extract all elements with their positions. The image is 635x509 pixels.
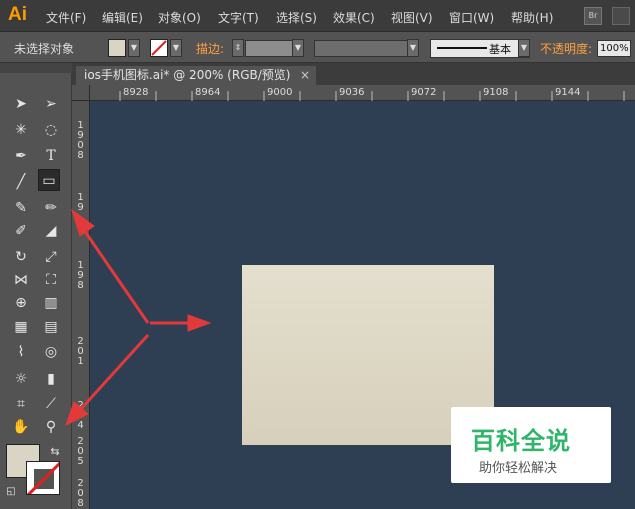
stroke-label[interactable]: 描边: xyxy=(196,40,224,57)
ruler-label: 9108 xyxy=(483,87,509,98)
default-colors-icon[interactable]: ◱ xyxy=(0,481,22,503)
menu-effect[interactable]: 效果(C) xyxy=(333,9,375,26)
menu-window[interactable]: 窗口(W) xyxy=(449,9,494,26)
control-bar: 未选择对象 ▼ ▼ 描边: ⇕ ▼ ▼ 基本 ▼ 不透明度: 100% xyxy=(0,32,635,63)
symbol-sprayer-icon[interactable]: ☼ xyxy=(10,368,32,390)
pen-tool-icon[interactable]: ✒ xyxy=(10,145,32,167)
fill-dropdown[interactable]: ▼ xyxy=(128,39,140,57)
watermark-title: 百科全说 xyxy=(471,427,571,455)
line-tool-icon[interactable]: ╱ xyxy=(10,171,32,193)
graph-icon[interactable]: ▮ xyxy=(40,368,62,390)
ruler-label: 8964 xyxy=(195,87,221,98)
close-tab-icon[interactable]: × xyxy=(300,66,310,85)
menu-view[interactable]: 视图(V) xyxy=(391,9,433,26)
slice-icon[interactable]: ⟋ xyxy=(40,393,62,415)
document-tab-bar: ios手机图标.ai* @ 200% (RGB/预览) × xyxy=(72,63,635,85)
no-stroke-icon xyxy=(151,40,167,56)
menu-object[interactable]: 对象(O) xyxy=(158,9,201,26)
rotate-icon[interactable]: ↻ xyxy=(10,246,32,268)
document-title: ios手机图标.ai* @ 200% (RGB/预览) xyxy=(84,68,291,82)
ruler-label: 9000 xyxy=(267,87,293,98)
zoom-icon[interactable]: ⚲ xyxy=(40,416,62,438)
ruler-label: 9036 xyxy=(339,87,365,98)
paintbrush-icon[interactable]: ✎ xyxy=(10,197,32,219)
ruler-label: 8928 xyxy=(123,87,149,98)
ruler-label: 198 xyxy=(77,260,84,291)
stroke-none-icon xyxy=(27,462,59,494)
lasso-icon[interactable]: ◌ xyxy=(40,119,62,141)
ruler-label: 19 xyxy=(77,192,84,213)
scale-icon[interactable]: ⤢ xyxy=(40,246,62,268)
ruler-label: 205 xyxy=(77,436,84,467)
brush-definition[interactable]: 基本 xyxy=(430,39,530,58)
stroke-weight-stepper[interactable]: ⇕ xyxy=(232,39,244,57)
tools-panel-header[interactable] xyxy=(0,63,72,73)
width-tool-icon[interactable]: ⋈ xyxy=(10,269,32,291)
direct-selection-tool-icon[interactable]: ➢ xyxy=(40,93,62,115)
menu-help[interactable]: 帮助(H) xyxy=(511,9,553,26)
pencil-icon[interactable]: ✏ xyxy=(40,197,62,219)
rectangle-tool-icon[interactable]: ▭ xyxy=(38,169,60,191)
ruler-label: 204 xyxy=(77,400,84,431)
ruler-label: 1908 xyxy=(77,120,84,161)
selection-tool-icon[interactable]: ➤ xyxy=(10,93,32,115)
brush-dropdown[interactable]: ▼ xyxy=(518,39,530,57)
stroke-weight-input[interactable] xyxy=(245,40,293,57)
ruler-origin[interactable] xyxy=(72,85,90,101)
vertical-ruler[interactable]: 1908 19 198 201 204 205 208 xyxy=(72,101,90,509)
blob-brush-icon[interactable]: ✐ xyxy=(10,220,32,242)
gradient-icon[interactable]: ▤ xyxy=(40,316,62,338)
opacity-label[interactable]: 不透明度: xyxy=(540,40,592,57)
ruler-label: 208 xyxy=(77,478,84,509)
artboard-icon[interactable]: ⌗ xyxy=(10,393,32,415)
perspective-grid-icon[interactable]: ▥ xyxy=(40,292,62,314)
eyedropper-icon[interactable]: ⌇ xyxy=(10,341,32,363)
blend-icon[interactable]: ◎ xyxy=(40,341,62,363)
hand-icon[interactable]: ✋ xyxy=(10,416,32,438)
swap-colors-icon[interactable]: ⇆ xyxy=(44,441,66,463)
variable-width-profile[interactable] xyxy=(314,40,408,57)
opacity-input[interactable]: 100% xyxy=(597,40,631,57)
app-logo: Ai xyxy=(8,4,27,25)
stroke-swatch[interactable] xyxy=(150,39,168,57)
menu-file[interactable]: 文件(F) xyxy=(46,9,86,26)
stroke-line-icon xyxy=(437,47,487,49)
ruler-label: 201 xyxy=(77,336,84,367)
stroke-dropdown[interactable]: ▼ xyxy=(170,39,182,57)
free-transform-icon[interactable]: ⛶ xyxy=(40,269,62,291)
horizontal-ruler[interactable]: 8928 8964 9000 9036 9072 9108 9144 xyxy=(90,85,635,101)
menu-type[interactable]: 文字(T) xyxy=(218,9,259,26)
workspace-button[interactable] xyxy=(612,7,630,25)
menu-select[interactable]: 选择(S) xyxy=(276,9,317,26)
fill-swatch[interactable] xyxy=(108,39,126,57)
document-tab[interactable]: ios手机图标.ai* @ 200% (RGB/预览) × xyxy=(76,66,316,85)
stroke-weight-dropdown[interactable]: ▼ xyxy=(292,39,304,57)
mesh-icon[interactable]: ▦ xyxy=(10,316,32,338)
tools-panel: ➤ ➢ ✳ ◌ ✒ T ╱ ▭ ✎ ✏ ✐ ◢ ↻ ⤢ ⋈ ⛶ ⊕ ▥ ▦ ▤ … xyxy=(0,63,72,509)
eraser-icon[interactable]: ◢ xyxy=(40,220,62,242)
stroke-color-box[interactable] xyxy=(26,461,60,495)
type-tool-icon[interactable]: T xyxy=(40,145,62,167)
magic-wand-icon[interactable]: ✳ xyxy=(10,119,32,141)
ruler-label: 9072 xyxy=(411,87,437,98)
profile-dropdown[interactable]: ▼ xyxy=(407,39,419,57)
bridge-button[interactable]: Br xyxy=(584,7,602,25)
brush-name: 基本 xyxy=(489,43,511,56)
menu-edit[interactable]: 编辑(E) xyxy=(102,9,143,26)
menu-bar: Ai 文件(F) 编辑(E) 对象(O) 文字(T) 选择(S) 效果(C) 视… xyxy=(0,0,635,32)
selection-status: 未选择对象 xyxy=(14,42,75,56)
shape-builder-icon[interactable]: ⊕ xyxy=(10,292,32,314)
watermark-badge: 百科全说 助你轻松解决 xyxy=(451,407,611,483)
ruler-label: 9144 xyxy=(555,87,581,98)
watermark-subtitle: 助你轻松解决 xyxy=(479,461,558,476)
